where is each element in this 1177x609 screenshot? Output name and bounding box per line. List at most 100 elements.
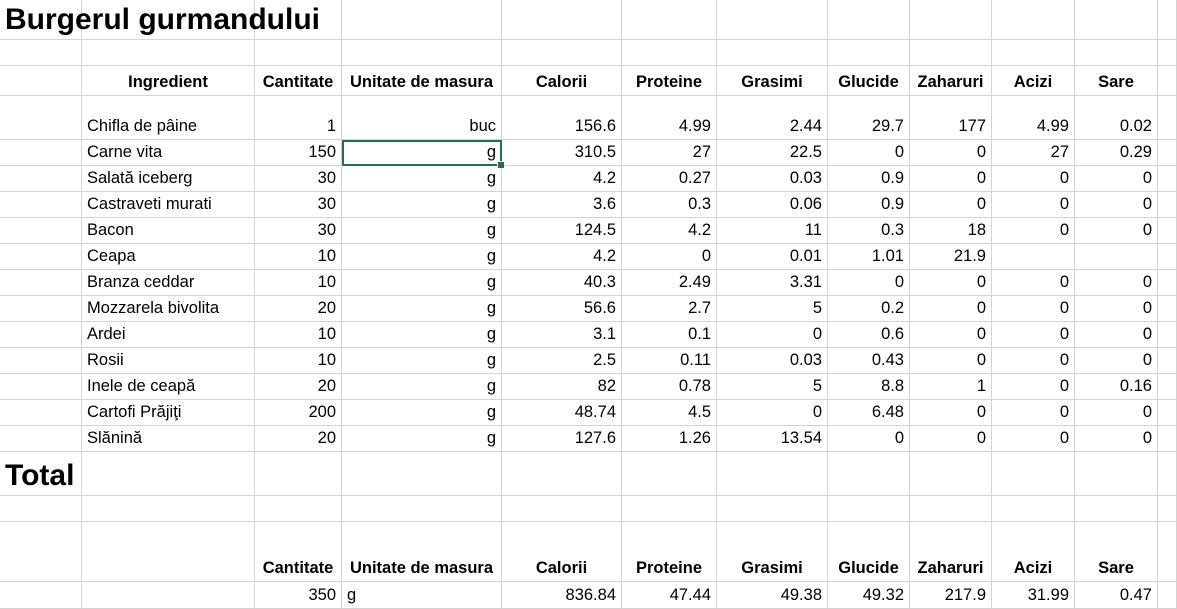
- cell-cantitate[interactable]: 30: [255, 166, 342, 192]
- cell-cantitate[interactable]: 10: [255, 270, 342, 296]
- cell-ingredient[interactable]: Salată iceberg: [82, 166, 255, 192]
- cell-glucide[interactable]: 0.43: [828, 348, 910, 374]
- cell-acizi[interactable]: 0: [992, 374, 1075, 400]
- empty-cell[interactable]: [0, 244, 82, 270]
- cell-calorii[interactable]: 82: [502, 374, 622, 400]
- cell-zaharuri[interactable]: 18: [910, 218, 992, 244]
- header-calorii[interactable]: Calorii: [502, 66, 622, 96]
- header-acizi[interactable]: Acizi: [992, 66, 1075, 96]
- empty-cell[interactable]: [82, 522, 255, 582]
- cell-zaharuri[interactable]: 0: [910, 166, 992, 192]
- cell-glucide[interactable]: 0.3: [828, 218, 910, 244]
- cell-unitate[interactable]: g: [342, 218, 502, 244]
- empty-cell[interactable]: [502, 0, 622, 40]
- cell-calorii[interactable]: 3.6: [502, 192, 622, 218]
- cell-calorii[interactable]: 40.3: [502, 270, 622, 296]
- sheet-title[interactable]: Burgerul gurmandului: [0, 0, 502, 40]
- total-header-sare[interactable]: Sare: [1075, 522, 1158, 582]
- empty-cell[interactable]: [1158, 218, 1177, 244]
- cell-sare[interactable]: 0: [1075, 400, 1158, 426]
- empty-cell[interactable]: [0, 296, 82, 322]
- cell-grasimi[interactable]: 0.03: [717, 348, 828, 374]
- cell-grasimi[interactable]: 0.01: [717, 244, 828, 270]
- header-grasimi[interactable]: Grasimi: [717, 66, 828, 96]
- cell-sare[interactable]: 0: [1075, 166, 1158, 192]
- cell-calorii[interactable]: 124.5: [502, 218, 622, 244]
- cell-ingredient[interactable]: Carne vita: [82, 140, 255, 166]
- cell-cantitate[interactable]: 30: [255, 192, 342, 218]
- cell-glucide[interactable]: 6.48: [828, 400, 910, 426]
- cell-ingredient[interactable]: Castraveti murati: [82, 192, 255, 218]
- cell-proteine[interactable]: 0.78: [622, 374, 717, 400]
- empty-cell[interactable]: [622, 496, 717, 522]
- empty-cell[interactable]: [0, 322, 82, 348]
- cell-cantitate[interactable]: 20: [255, 296, 342, 322]
- empty-cell[interactable]: [0, 218, 82, 244]
- cell-grasimi[interactable]: 0: [717, 400, 828, 426]
- empty-cell[interactable]: [1158, 522, 1177, 582]
- empty-cell[interactable]: [1158, 40, 1177, 66]
- cell-acizi[interactable]: 0: [992, 348, 1075, 374]
- header-cantitate[interactable]: Cantitate: [255, 66, 342, 96]
- cell-sare[interactable]: 0: [1075, 270, 1158, 296]
- total-glucide[interactable]: 49.32: [828, 582, 910, 609]
- cell-sare[interactable]: 0: [1075, 426, 1158, 452]
- empty-cell[interactable]: [1075, 40, 1158, 66]
- total-header-acizi[interactable]: Acizi: [992, 522, 1075, 582]
- cell-calorii[interactable]: 4.2: [502, 166, 622, 192]
- cell-proteine[interactable]: 1.26: [622, 426, 717, 452]
- total-cantitate[interactable]: 350: [255, 582, 342, 609]
- cell-ingredient[interactable]: Cartofi Prăjiţi: [82, 400, 255, 426]
- total-header-glucide[interactable]: Glucide: [828, 522, 910, 582]
- empty-cell[interactable]: [1158, 296, 1177, 322]
- empty-cell[interactable]: [1158, 166, 1177, 192]
- cell-unitate[interactable]: g: [342, 192, 502, 218]
- empty-cell[interactable]: [622, 40, 717, 66]
- empty-cell[interactable]: [342, 452, 502, 496]
- cell-cantitate[interactable]: 1: [255, 96, 342, 140]
- cell-sare[interactable]: 0: [1075, 348, 1158, 374]
- total-header-cantitate[interactable]: Cantitate: [255, 522, 342, 582]
- cell-ingredient[interactable]: Ardei: [82, 322, 255, 348]
- header-zaharuri[interactable]: Zaharuri: [910, 66, 992, 96]
- total-header-unitate[interactable]: Unitate de masura: [342, 522, 502, 582]
- cell-unitate[interactable]: g: [342, 348, 502, 374]
- cell-proteine[interactable]: 4.5: [622, 400, 717, 426]
- total-grasimi[interactable]: 49.38: [717, 582, 828, 609]
- cell-glucide[interactable]: 0.6: [828, 322, 910, 348]
- empty-cell[interactable]: [0, 522, 82, 582]
- empty-cell[interactable]: [1075, 452, 1158, 496]
- header-unitate[interactable]: Unitate de masura: [342, 66, 502, 96]
- empty-cell[interactable]: [1158, 348, 1177, 374]
- cell-unitate[interactable]: g: [342, 296, 502, 322]
- cell-acizi[interactable]: 4.99: [992, 96, 1075, 140]
- cell-zaharuri[interactable]: 0: [910, 140, 992, 166]
- cell-cantitate[interactable]: 10: [255, 348, 342, 374]
- cell-acizi[interactable]: 0: [992, 166, 1075, 192]
- cell-unitate[interactable]: g: [342, 166, 502, 192]
- empty-cell[interactable]: [1158, 374, 1177, 400]
- cell-unitate[interactable]: g: [342, 270, 502, 296]
- cell-acizi[interactable]: 27: [992, 140, 1075, 166]
- cell-sare[interactable]: 0.02: [1075, 96, 1158, 140]
- header-sare[interactable]: Sare: [1075, 66, 1158, 96]
- empty-cell[interactable]: [910, 0, 992, 40]
- cell-grasimi[interactable]: 13.54: [717, 426, 828, 452]
- cell-zaharuri[interactable]: 0: [910, 296, 992, 322]
- empty-cell[interactable]: [717, 0, 828, 40]
- cell-glucide[interactable]: 0.2: [828, 296, 910, 322]
- cell-calorii[interactable]: 127.6: [502, 426, 622, 452]
- empty-cell[interactable]: [0, 496, 82, 522]
- empty-cell[interactable]: [717, 496, 828, 522]
- cell-cantitate[interactable]: 10: [255, 244, 342, 270]
- empty-cell[interactable]: [82, 496, 255, 522]
- cell-unitate[interactable]: g: [342, 244, 502, 270]
- cell-grasimi[interactable]: 0.06: [717, 192, 828, 218]
- empty-cell[interactable]: [0, 374, 82, 400]
- cell-proteine[interactable]: 0.27: [622, 166, 717, 192]
- cell-unitate[interactable]: buc: [342, 96, 502, 140]
- cell-zaharuri[interactable]: 0: [910, 400, 992, 426]
- cell-proteine[interactable]: 2.49: [622, 270, 717, 296]
- cell-sare[interactable]: 0.16: [1075, 374, 1158, 400]
- cell-glucide[interactable]: 1.01: [828, 244, 910, 270]
